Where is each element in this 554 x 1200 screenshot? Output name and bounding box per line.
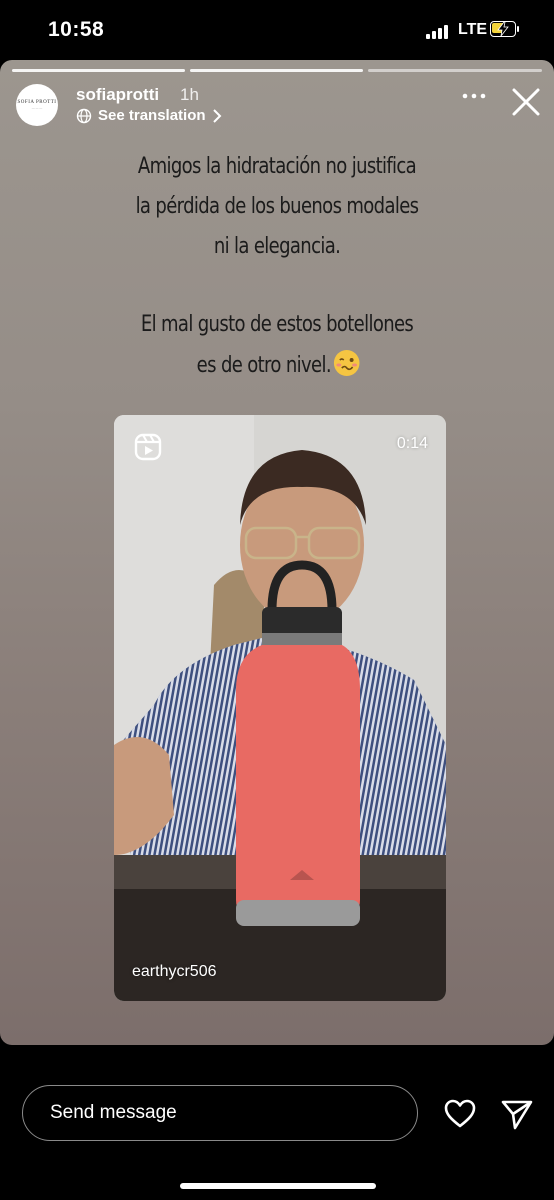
avatar[interactable]: SOFIA PROTTI — — — [16,84,58,126]
network-type: LTE [458,21,488,38]
reel-video-thumbnail[interactable]: 0:14 earthycr506 [114,415,446,1001]
caption-line-4: El mal gusto de estos botellones [140,312,414,337]
heart-icon[interactable] [443,1097,477,1131]
battery-icon [490,21,519,37]
reels-icon [134,433,162,461]
send-message-placeholder: Send message [50,1102,177,1123]
video-duration: 0:14 [396,435,428,452]
see-translation-label: See translation [98,107,206,124]
send-message-input[interactable]: Send message [22,1085,418,1141]
woozy-face-emoji [333,350,360,376]
video-watermark-username: earthycr506 [132,963,217,980]
story-progress-segment-2 [190,69,363,72]
more-options-icon[interactable] [462,88,486,104]
caption-line-3: ni la elegancia. [213,234,341,259]
caption-line-1: Amigos la hidratación no justifica [137,154,417,179]
story-viewer[interactable]: SOFIA PROTTI — — — sofiaprotti 1h See tr… [0,60,554,1045]
status-bar: 10:58 LTE [0,0,554,60]
home-indicator[interactable] [180,1183,376,1189]
story-time-ago: 1h [180,85,199,104]
cellular-signal-icon [426,23,452,39]
caption-line-2: la pérdida de los buenos modales [135,194,420,219]
story-username[interactable]: sofiaprotti [76,85,159,105]
avatar-logo-text: SOFIA PROTTI [17,100,57,105]
story-progress-segment-3 [368,69,542,72]
caption-line-5-wrapper: es de otro nivel. [50,350,504,378]
video-frame-image [114,415,446,1001]
chevron-right-icon [212,108,221,123]
close-icon[interactable] [511,87,541,117]
send-icon[interactable] [500,1097,534,1131]
story-progress-segment-1 [12,69,185,72]
caption-line-5: es de otro nivel. [196,353,332,378]
status-time: 10:58 [48,18,105,41]
globe-icon [76,108,92,123]
see-translation-link[interactable]: See translation [76,107,222,124]
